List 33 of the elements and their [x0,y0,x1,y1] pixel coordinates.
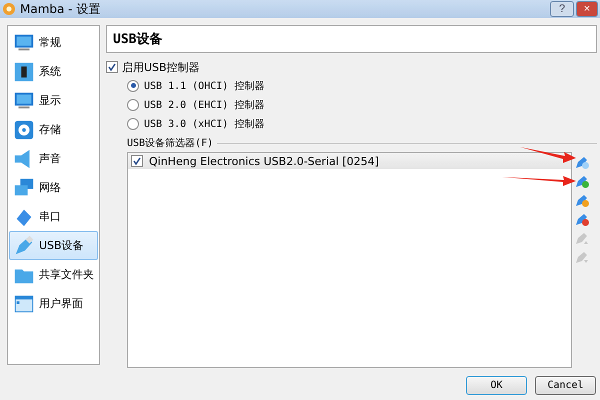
checkbox[interactable] [106,61,118,73]
sidebar-item[interactable]: 声音 [9,144,98,173]
sidebar-item[interactable]: 常规 [9,28,98,57]
ok-button[interactable]: OK [466,376,527,394]
cancel-button[interactable]: Cancel [535,376,596,394]
controller-radio[interactable]: USB 2.0 (EHCI) 控制器 [127,95,597,114]
controller-radio[interactable]: USB 1.1 (OHCI) 控制器 [127,76,597,95]
checkbox-label: 启用USB控制器 [122,60,200,74]
page-title: USB设备 [113,31,162,48]
sidebar-item[interactable]: 存储 [9,115,98,144]
close-button[interactable]: × [576,1,598,17]
group-label: USB设备筛选器(F) [127,136,214,150]
sidebar-item[interactable]: 网络 [9,173,98,202]
help-button[interactable]: ? [550,1,574,17]
sidebar-item[interactable]: 显示 [9,86,98,115]
usb-plug-icon[interactable] [574,173,590,189]
sidebar-item[interactable]: 系统 [9,57,98,86]
window-title: Mamba - 设置 [20,0,100,18]
annotation-arrow [520,147,576,163]
usb-icon [13,234,35,256]
usb-plug-icon[interactable] [574,211,590,227]
controller-radio[interactable]: USB 3.0 (xHCI) 控制器 [127,114,597,133]
sidebar-item[interactable]: 共享文件夹 [9,260,98,289]
filter-item[interactable]: QinHeng Electronics USB2.0-Serial [0254] [128,153,571,169]
sidebar-item[interactable]: USB设备 [9,231,98,260]
sidebar-item[interactable]: 用户界面 [9,289,98,318]
filter-name: QinHeng Electronics USB2.0-Serial [0254] [149,154,379,168]
usb-plug-icon[interactable] [574,192,590,208]
checkbox[interactable] [131,155,143,167]
sidebar-item[interactable]: 串口 [9,202,98,231]
network-icon [13,176,35,198]
chip-icon [13,60,35,82]
usb-plug-icon[interactable] [574,154,590,170]
